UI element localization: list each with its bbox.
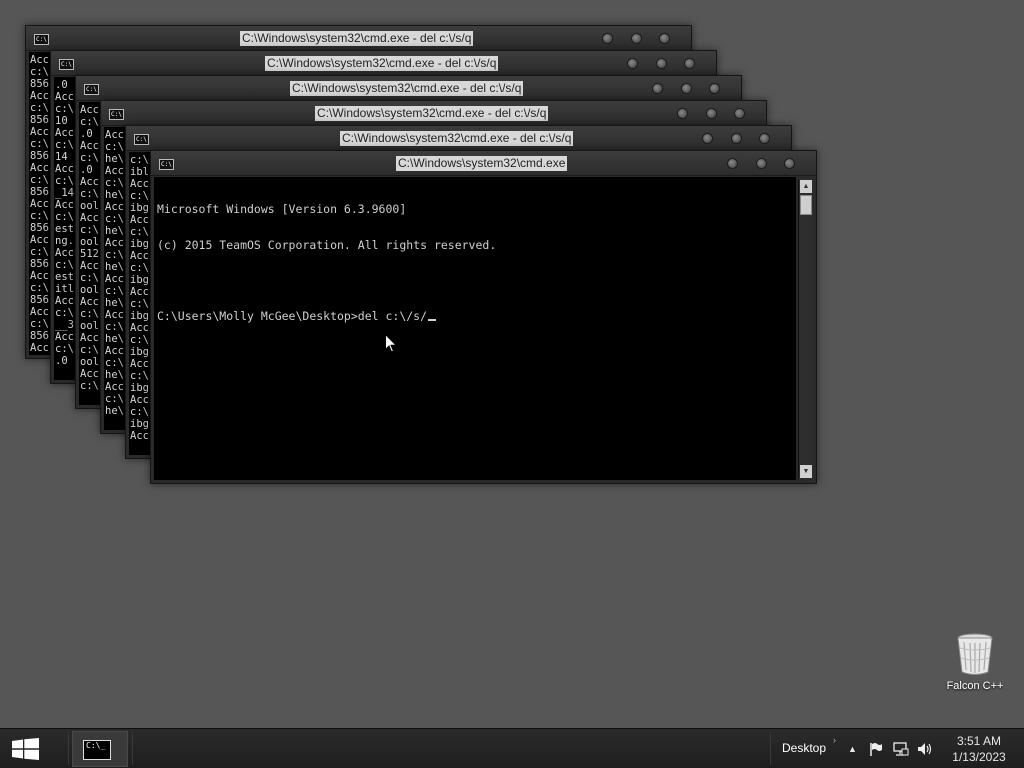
console-line-version: Microsoft Windows [Version 6.3.9600]	[157, 202, 407, 216]
title-bar[interactable]: C:\ C:\Windows\system32\cmd.exe - del c:…	[126, 126, 791, 151]
mouse-pointer-icon	[385, 334, 397, 353]
maximize-button[interactable]	[631, 33, 642, 44]
clock-date: 1/13/2023	[952, 750, 1006, 764]
desktop-toolbar-label[interactable]: Desktop	[782, 741, 826, 755]
close-button[interactable]	[784, 158, 795, 169]
cmd-window-active[interactable]: C:\ C:\Windows\system32\cmd.exe Microsof…	[150, 150, 817, 484]
minimize-button[interactable]	[727, 158, 738, 169]
taskbar: C:\_ Desktop › ▲ 3:51 AM 1/13/2023	[0, 728, 1024, 768]
maximize-button[interactable]	[681, 83, 692, 94]
taskbar-button-cmd[interactable]: C:\_	[72, 731, 128, 767]
start-button[interactable]	[0, 729, 52, 768]
window-title: C:\Windows\system32\cmd.exe - del c:\/s/…	[240, 31, 474, 46]
desktop-icon-label: Falcon C++	[946, 680, 1004, 692]
title-bar[interactable]: C:\ C:\Windows\system32\cmd.exe - del c:…	[101, 101, 766, 126]
minimize-button[interactable]	[627, 58, 638, 69]
minimize-button[interactable]	[602, 33, 613, 44]
cmd-icon: C:\	[34, 34, 49, 45]
scroll-down-arrow-icon[interactable]: ▼	[800, 465, 812, 478]
recycle-bin-icon	[957, 633, 993, 675]
close-button[interactable]	[659, 33, 670, 44]
scroll-up-arrow-icon[interactable]: ▲	[800, 180, 812, 193]
clock[interactable]: 3:51 AM 1/13/2023	[944, 733, 1014, 765]
taskbar-separator	[68, 733, 69, 765]
close-button[interactable]	[709, 83, 720, 94]
close-button[interactable]	[684, 58, 695, 69]
close-button[interactable]	[759, 133, 770, 144]
volume-icon[interactable]	[917, 742, 933, 756]
windows-logo-icon	[12, 738, 39, 760]
taskbar-separator	[770, 733, 771, 765]
close-button[interactable]	[734, 108, 745, 119]
minimize-button[interactable]	[677, 108, 688, 119]
cmd-icon: C:\	[84, 84, 99, 95]
title-bar[interactable]: C:\ C:\Windows\system32\cmd.exe - del c:…	[76, 76, 741, 101]
action-center-flag-icon[interactable]	[869, 742, 883, 756]
maximize-button[interactable]	[656, 58, 667, 69]
console-output[interactable]: Microsoft Windows [Version 6.3.9600] (c)…	[157, 179, 496, 346]
window-title: C:\Windows\system32\cmd.exe - del c:\/s/…	[265, 56, 499, 71]
title-bar[interactable]: C:\ C:\Windows\system32\cmd.exe - del c:…	[51, 51, 716, 76]
cmd-icon: C:\	[159, 159, 174, 170]
minimize-button[interactable]	[652, 83, 663, 94]
clock-time: 3:51 AM	[956, 734, 1002, 748]
cmd-icon: C:\	[134, 134, 149, 145]
cmd-icon: C:\	[59, 59, 74, 70]
cmd-icon: C:\	[109, 109, 124, 120]
maximize-button[interactable]	[731, 133, 742, 144]
window-title: C:\Windows\system32\cmd.exe - del c:\/s/…	[290, 81, 524, 96]
cmd-taskbar-icon: C:\_	[83, 740, 111, 760]
maximize-button[interactable]	[756, 158, 767, 169]
title-bar[interactable]: C:\ C:\Windows\system32\cmd.exe	[151, 151, 816, 176]
network-icon[interactable]	[893, 742, 909, 756]
tray-expand-icon[interactable]: ▲	[848, 744, 857, 754]
scrollbar-thumb[interactable]	[800, 195, 812, 215]
console-prompt-line[interactable]: C:\Users\Molly McGee\Desktop>del c:\/s/	[157, 310, 496, 322]
desktop-icon-recycle-bin[interactable]: Falcon C++	[940, 632, 1010, 698]
console-command-input[interactable]: del c:\/s/	[358, 309, 427, 323]
vertical-scrollbar[interactable]: ▲ ▼	[798, 179, 813, 479]
title-bar[interactable]: C:\ C:\Windows\system32\cmd.exe - del c:…	[26, 26, 691, 51]
window-title: C:\Windows\system32\cmd.exe - del c:\/s/…	[315, 106, 549, 121]
minimize-button[interactable]	[702, 133, 713, 144]
taskbar-separator	[132, 733, 133, 765]
toolbar-chevron-icon[interactable]: ›	[833, 735, 836, 745]
text-cursor	[428, 319, 437, 321]
console-line-copyright: (c) 2015 TeamOS Corporation. All rights …	[157, 238, 497, 252]
console-prompt: C:\Users\Molly McGee\Desktop>	[157, 309, 358, 323]
maximize-button[interactable]	[706, 108, 717, 119]
window-title: C:\Windows\system32\cmd.exe	[396, 156, 568, 171]
window-title: C:\Windows\system32\cmd.exe - del c:\/s/…	[340, 131, 574, 146]
